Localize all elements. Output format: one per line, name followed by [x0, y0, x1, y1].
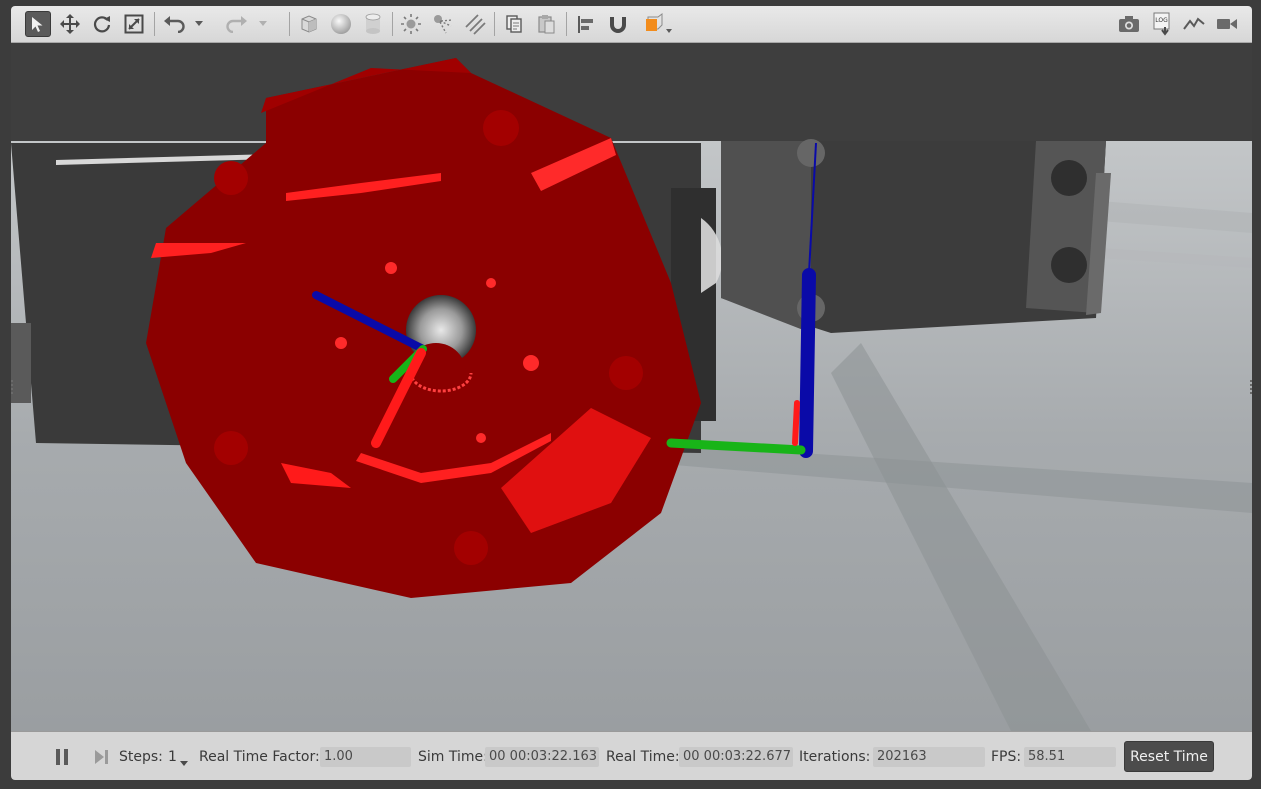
gazebo-window: LOG Steps: 1 Real Time Factor: 1.00 Sim …: [11, 6, 1252, 780]
iterations-label: Iterations:: [799, 749, 871, 765]
toolbar: LOG: [11, 6, 1252, 43]
redo-history-chevron-icon[interactable]: [256, 11, 270, 37]
iterations-field: 202163: [873, 747, 985, 767]
select-mode-icon[interactable]: [25, 11, 51, 37]
bracket-hole: [1051, 247, 1087, 283]
directional-light-icon[interactable]: [462, 11, 488, 37]
right-panel-grip[interactable]: [1250, 380, 1252, 394]
box-shape-icon[interactable]: [296, 11, 322, 37]
scale-mode-icon[interactable]: [121, 11, 147, 37]
translate-mode-icon[interactable]: [57, 11, 83, 37]
copy-icon[interactable]: [501, 11, 527, 37]
log-badge-text: LOG: [1155, 17, 1168, 24]
bracket-hole: [1051, 160, 1087, 196]
toolbar-separator: [392, 12, 393, 36]
scene-render: [11, 43, 1252, 731]
toolbar-separator: [154, 12, 155, 36]
simulation-status-bar: Steps: 1 Real Time Factor: 1.00 Sim Time…: [11, 731, 1252, 780]
real-time-label: Real Time:: [606, 749, 680, 765]
redo-icon[interactable]: [224, 11, 250, 37]
step-forward-icon[interactable]: [93, 748, 111, 766]
real-time-factor-label: Real Time Factor:: [199, 749, 320, 765]
toolbar-separator: [289, 12, 290, 36]
fps-field: 58.51: [1024, 747, 1116, 767]
sim-time-label: Sim Time:: [418, 749, 488, 765]
steps-chevron-icon[interactable]: [180, 755, 188, 771]
steps-label: Steps:: [119, 749, 163, 765]
toolbar-separator: [494, 12, 495, 36]
real-time-factor-field: 1.00: [320, 747, 411, 767]
chassis-side: [11, 323, 31, 403]
pause-icon[interactable]: [54, 747, 70, 767]
spot-light-icon[interactable]: [430, 11, 456, 37]
reset-time-button[interactable]: Reset Time: [1124, 741, 1214, 772]
screenshot-camera-icon[interactable]: [1116, 11, 1142, 37]
sphere-shape-icon[interactable]: [328, 11, 354, 37]
undo-history-chevron-icon[interactable]: [192, 11, 206, 37]
snap-magnet-icon[interactable]: [605, 11, 631, 37]
bolt: [797, 139, 825, 167]
undo-icon[interactable]: [161, 11, 187, 37]
fps-label: FPS:: [991, 749, 1022, 765]
plot-icon[interactable]: [1181, 11, 1207, 37]
steps-value-dropdown[interactable]: 1: [168, 749, 177, 765]
toolbar-separator: [566, 12, 567, 36]
scene-viewport[interactable]: [11, 43, 1252, 731]
view-angle-icon[interactable]: [639, 11, 675, 37]
sim-time-field: 00 00:03:22.163: [485, 747, 599, 767]
cylinder-shape-icon[interactable]: [360, 11, 386, 37]
real-time-field: 00 00:03:22.677: [679, 747, 793, 767]
background-sky: [11, 43, 1252, 143]
left-panel-grip[interactable]: [11, 380, 13, 394]
align-icon[interactable]: [573, 11, 599, 37]
video-recorder-icon[interactable]: [1214, 11, 1240, 37]
paste-icon[interactable]: [533, 11, 559, 37]
point-light-icon[interactable]: [398, 11, 424, 37]
log-recorder-icon[interactable]: LOG: [1149, 11, 1175, 37]
rotate-mode-icon[interactable]: [89, 11, 115, 37]
